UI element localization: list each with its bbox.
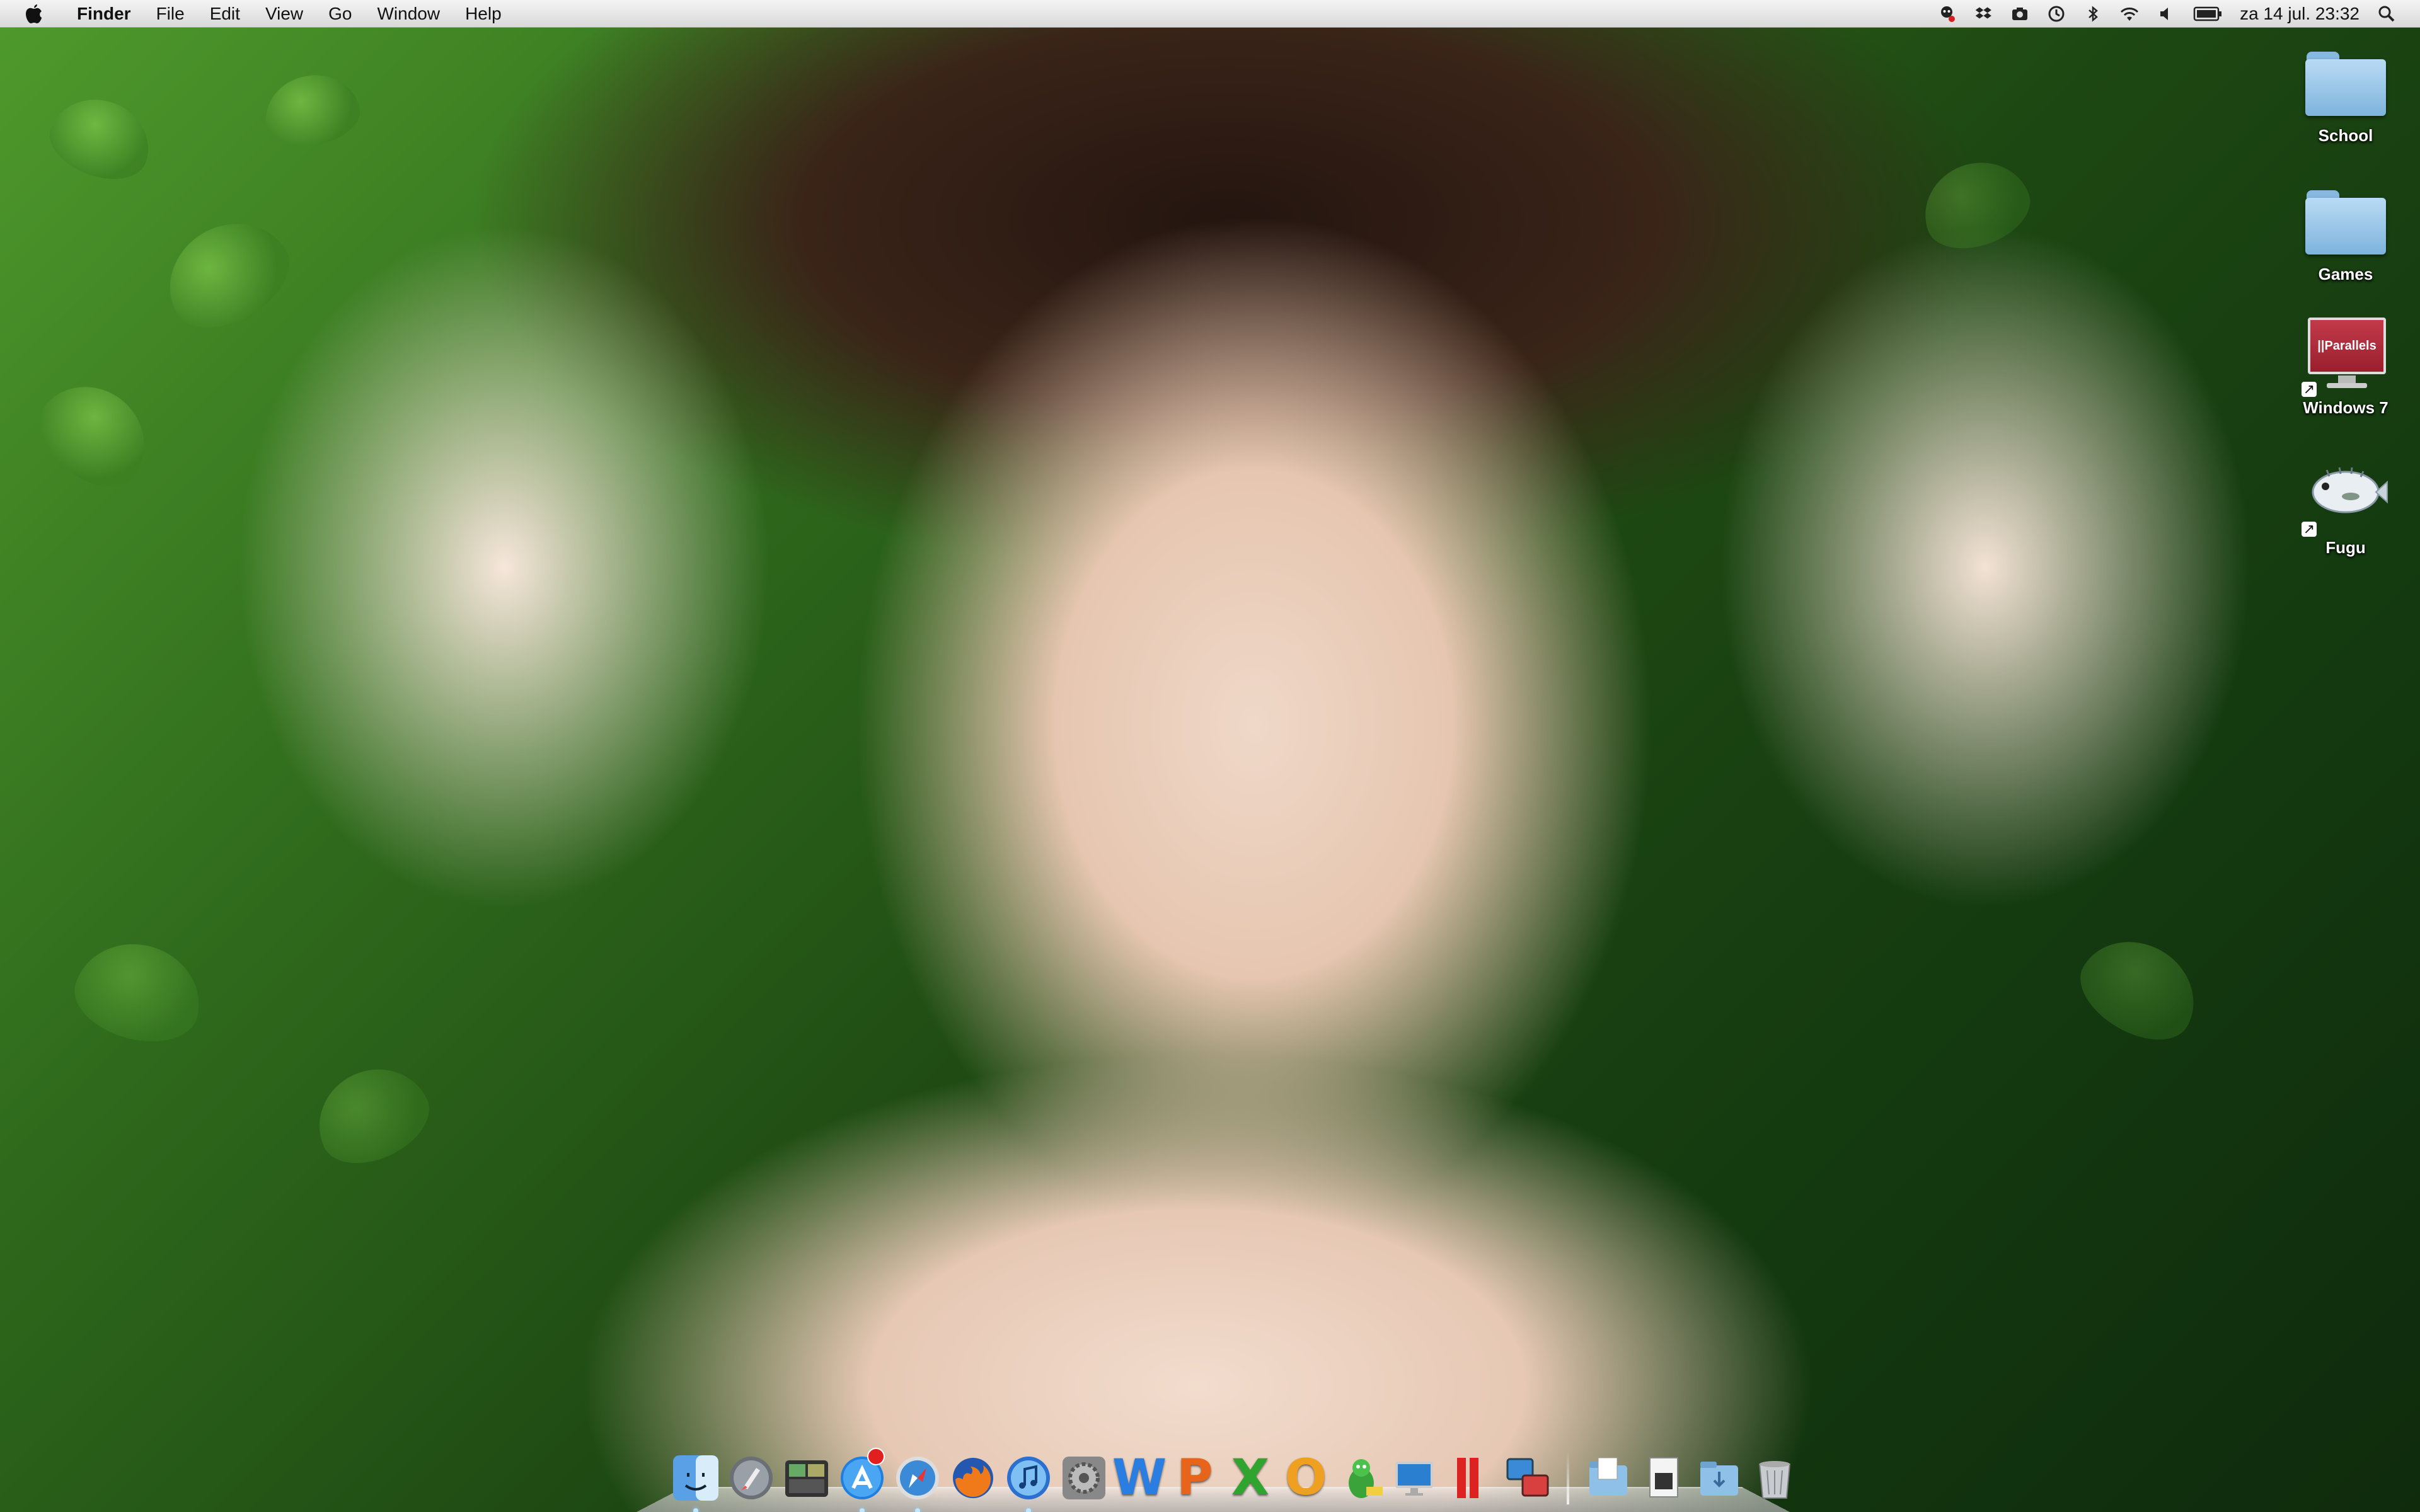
desktop-screen: Finder File Edit View Go Window Help za … <box>0 0 2420 1512</box>
firefox-icon[interactable] <box>949 1452 997 1504</box>
notification-badge <box>867 1448 885 1465</box>
launchpad-icon[interactable] <box>727 1452 775 1504</box>
wallpaper-leaf <box>65 930 212 1055</box>
running-indicator <box>860 1508 865 1512</box>
outlook-letter: O <box>1284 1450 1327 1506</box>
dropbox-icon[interactable] <box>1973 3 1994 25</box>
word-icon[interactable]: W <box>1112 1450 1167 1506</box>
outlook-icon[interactable]: O <box>1282 1450 1330 1506</box>
dock-separator <box>1567 1452 1569 1504</box>
menu-bar-left: Finder File Edit View Go Window Help <box>0 0 514 27</box>
safari-icon[interactable] <box>894 1452 942 1512</box>
parallels-logo-text: ||Parallels <box>2317 338 2377 353</box>
desktop-icon-windows-7[interactable]: ||Parallels ↗ Windows 7 <box>2276 318 2415 418</box>
folder-icon <box>2302 184 2390 260</box>
menu-view[interactable]: View <box>253 0 316 28</box>
powerpoint-icon[interactable]: P <box>1171 1450 1219 1506</box>
camera-icon[interactable] <box>2009 3 2031 25</box>
finder-icon[interactable] <box>672 1452 720 1512</box>
running-indicator <box>915 1508 920 1512</box>
desktop-icon-label: School <box>2318 126 2373 145</box>
powerpoint-letter: P <box>1177 1450 1213 1506</box>
word-letter: W <box>1112 1450 1167 1506</box>
desktop-icon-games[interactable]: Games <box>2276 184 2415 284</box>
menu-finder[interactable]: Finder <box>64 0 144 28</box>
dashboard-icon[interactable] <box>783 1452 831 1504</box>
alias-arrow-icon: ↗ <box>2302 382 2317 397</box>
excel-icon[interactable]: X <box>1226 1450 1274 1506</box>
desktop-wallpaper <box>0 0 2420 1512</box>
documents-stack-icon[interactable] <box>1584 1452 1632 1504</box>
wallpaper-leaf <box>148 202 306 346</box>
time-machine-icon[interactable] <box>2046 3 2067 25</box>
wallpaper-leaf <box>301 1051 442 1179</box>
remote-desktop-icon[interactable] <box>1393 1452 1441 1504</box>
wallpaper-leaf <box>259 67 365 153</box>
folder-icon <box>2302 45 2390 121</box>
menu-file[interactable]: File <box>144 0 197 28</box>
menu-window[interactable]: Window <box>364 0 452 28</box>
wallpaper-leaf <box>1911 147 2041 262</box>
fugu-fish-icon: ↗ <box>2302 457 2390 537</box>
wallpaper-leaf <box>40 86 161 192</box>
wallpaper-leaf <box>2065 920 2214 1058</box>
menu-bar: Finder File Edit View Go Window Help za … <box>0 0 2420 28</box>
menu-bar-clock[interactable]: za 14 jul. 23:32 <box>2231 4 2368 24</box>
desktop-icon-label: Games <box>2318 265 2373 284</box>
downloads-stack-icon[interactable] <box>1695 1452 1743 1504</box>
desktop-icon-fugu[interactable]: ↗ Fugu <box>2276 457 2415 558</box>
menu-edit[interactable]: Edit <box>197 0 253 28</box>
bluetooth-icon[interactable] <box>2082 3 2104 25</box>
spotlight-search-icon[interactable] <box>2376 3 2397 25</box>
running-indicator <box>693 1508 698 1512</box>
user-agent-icon[interactable] <box>1936 3 1957 25</box>
dock: W P X O <box>637 1429 1791 1512</box>
apple-icon-graphic <box>26 4 42 23</box>
trash-icon[interactable] <box>1751 1452 1799 1504</box>
menu-go[interactable]: Go <box>316 0 364 28</box>
desktop-icon-label: Fugu <box>2325 538 2366 557</box>
file-stack-icon[interactable] <box>1640 1452 1688 1504</box>
alias-arrow-icon: ↗ <box>2302 522 2317 537</box>
itunes-icon[interactable] <box>1005 1452 1052 1512</box>
parallels-icon[interactable] <box>1448 1452 1496 1504</box>
app-store-icon[interactable] <box>838 1448 886 1512</box>
running-indicator <box>1026 1508 1031 1512</box>
apple-icon[interactable] <box>23 1 45 26</box>
wifi-icon[interactable] <box>2119 3 2140 25</box>
adium-icon[interactable] <box>1337 1452 1385 1504</box>
wallpaper-leaf <box>23 364 166 505</box>
dock-icons: W P X O <box>668 1429 1802 1512</box>
battery-icon[interactable] <box>2192 3 2223 25</box>
menu-help[interactable]: Help <box>452 0 514 28</box>
system-preferences-icon[interactable] <box>1060 1452 1108 1504</box>
parallels-vm-icon: ||Parallels ↗ <box>2302 318 2390 397</box>
vm-switch-icon[interactable] <box>1504 1452 1552 1504</box>
menu-bar-status: za 14 jul. 23:32 <box>1928 0 2420 27</box>
desktop-icon-label: Windows 7 <box>2303 398 2388 417</box>
excel-letter: X <box>1231 1450 1270 1506</box>
volume-icon[interactable] <box>2155 3 2177 25</box>
desktop-icon-school[interactable]: School <box>2276 45 2415 146</box>
